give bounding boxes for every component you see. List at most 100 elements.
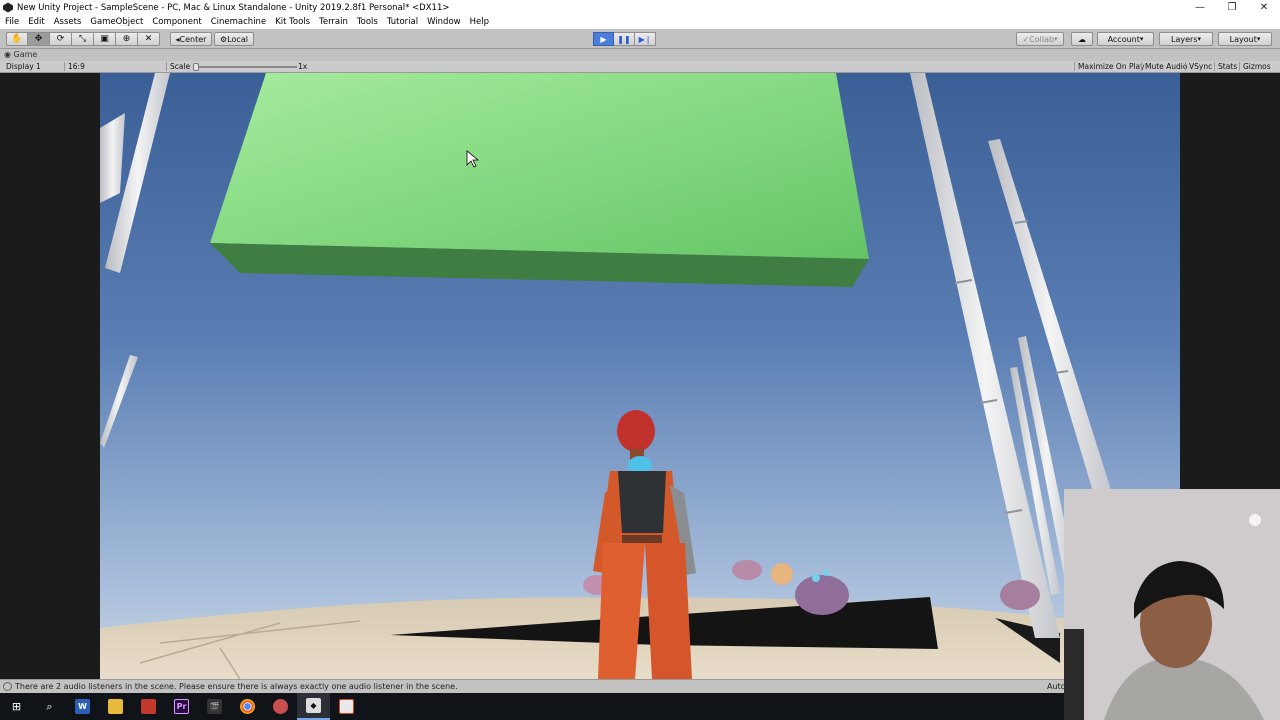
space-label: Local — [227, 34, 248, 44]
green-platform-top — [210, 73, 869, 259]
folder-icon — [108, 699, 123, 714]
taskbar-presentation[interactable] — [330, 693, 363, 720]
collab-label: Collab — [1029, 34, 1055, 44]
unity-logo-icon — [3, 2, 13, 13]
step-button[interactable]: ▶❘ — [635, 32, 656, 46]
scene-render — [100, 73, 1180, 679]
pause-button[interactable]: ❚❚ — [614, 32, 635, 46]
window-controls: — ❐ ✕ — [1184, 0, 1280, 15]
auto-generate-label: Auto — [1047, 682, 1066, 691]
maximize-on-play-toggle[interactable]: Maximize On Play — [1074, 62, 1145, 71]
taskbar-word[interactable]: W — [66, 693, 99, 720]
menu-tutorial[interactable]: Tutorial — [387, 17, 418, 27]
vsync-toggle[interactable]: VSync — [1185, 62, 1212, 71]
creature-spot — [823, 570, 829, 576]
search-button[interactable]: ⌕ — [33, 693, 66, 720]
webcam-overlay — [1064, 489, 1280, 720]
creature — [1000, 580, 1040, 610]
creature — [732, 560, 762, 580]
unity-editor-window: New Unity Project - SampleScene - PC, Ma… — [0, 0, 1280, 720]
menu-help[interactable]: Help — [470, 17, 489, 27]
menu-assets[interactable]: Assets — [54, 17, 82, 27]
taskbar-file-explorer[interactable] — [99, 693, 132, 720]
taskbar-unity[interactable]: ◆ — [297, 693, 330, 720]
menu-component[interactable]: Component — [152, 17, 201, 27]
play-controls: ▶ ❚❚ ▶❘ — [593, 32, 656, 46]
start-button[interactable]: ⊞ — [0, 693, 33, 720]
scale-slider-handle[interactable] — [193, 63, 199, 71]
pillar — [100, 113, 125, 203]
move-tool-icon[interactable]: ✥ — [28, 32, 50, 46]
unity-icon: ◆ — [306, 698, 321, 713]
game-tab-strip: ◉ Game — [0, 50, 1280, 61]
cloud-icon: ☁ — [1078, 34, 1086, 44]
ball — [771, 563, 793, 585]
hand-tool-icon[interactable]: ✋ — [6, 32, 28, 46]
transform-tools: ✋ ✥ ⟳ ⤡ ▣ ⊕ ✕ — [6, 32, 160, 46]
account-dropdown[interactable]: Account — [1097, 32, 1154, 46]
search-icon: ⌕ — [46, 699, 53, 713]
layers-dropdown[interactable]: Layers — [1159, 32, 1213, 46]
restore-button[interactable]: ❐ — [1216, 0, 1248, 15]
local-icon: ⚙ — [220, 34, 228, 44]
menu-gameobject[interactable]: GameObject — [90, 17, 143, 27]
window-title: New Unity Project - SampleScene - PC, Ma… — [17, 2, 450, 13]
windows-logo-icon: ⊞ — [11, 700, 22, 713]
play-button[interactable]: ▶ — [593, 32, 614, 46]
word-icon: W — [75, 699, 90, 714]
console-message[interactable]: There are 2 audio listeners in the scene… — [15, 682, 458, 691]
menu-bar: File Edit Assets GameObject Component Ci… — [0, 15, 1280, 29]
scale-slider[interactable] — [193, 63, 297, 71]
stats-toggle[interactable]: Stats — [1214, 62, 1237, 71]
space-toggle[interactable]: ⚙ Local — [214, 32, 254, 46]
scale-label: Scale — [166, 62, 190, 71]
scale-tool-icon[interactable]: ⤡ — [72, 32, 94, 46]
game-tab-label: Game — [13, 50, 38, 59]
layout-label: Layout — [1229, 34, 1257, 44]
rect-tool-icon[interactable]: ▣ — [94, 32, 116, 46]
menu-window[interactable]: Window — [427, 17, 461, 27]
tab-game[interactable]: ◉ Game — [4, 50, 37, 59]
scale-value: 1x — [298, 62, 308, 71]
clapper-icon: 🎬 — [207, 699, 222, 714]
taskbar-screen-recorder[interactable] — [264, 693, 297, 720]
layers-label: Layers — [1171, 34, 1198, 44]
creature-spot — [812, 574, 820, 582]
custom-tool-icon[interactable]: ✕ — [138, 32, 160, 46]
minimize-button[interactable]: — — [1184, 0, 1216, 15]
pivot-toggle[interactable]: ◂ Center — [170, 32, 212, 46]
game-view-toolbar: Display 1 16:9 Scale 1x Maximize On Play… — [0, 61, 1280, 73]
layout-dropdown[interactable]: Layout — [1218, 32, 1272, 46]
recorder-icon — [273, 699, 288, 714]
menu-file[interactable]: File — [5, 17, 19, 27]
taskbar-photo-app[interactable] — [132, 693, 165, 720]
close-button[interactable]: ✕ — [1248, 0, 1280, 15]
info-icon — [3, 682, 12, 691]
aspect-dropdown[interactable]: 16:9 — [64, 62, 85, 71]
creature — [795, 575, 849, 615]
menu-edit[interactable]: Edit — [28, 17, 44, 27]
rotate-tool-icon[interactable]: ⟳ — [50, 32, 72, 46]
display-dropdown[interactable]: Display 1 — [6, 62, 41, 71]
menu-terrain[interactable]: Terrain — [319, 17, 348, 27]
taskbar-chrome[interactable] — [231, 693, 264, 720]
collab-dropdown[interactable]: ✓ Collab — [1016, 32, 1064, 46]
game-scene[interactable] — [100, 73, 1180, 679]
menu-kit-tools[interactable]: Kit Tools — [275, 17, 310, 27]
presentation-icon — [339, 699, 354, 714]
taskbar-video-editor[interactable]: 🎬 — [198, 693, 231, 720]
chrome-icon — [240, 699, 255, 714]
pivot-label: Center — [179, 34, 207, 44]
menu-tools[interactable]: Tools — [357, 17, 378, 27]
menu-cinemachine[interactable]: Cinemachine — [211, 17, 266, 27]
transform-tool-icon[interactable]: ⊕ — [116, 32, 138, 46]
cloud-button[interactable]: ☁ — [1071, 32, 1093, 46]
taskbar-premiere[interactable]: Pr — [165, 693, 198, 720]
pillar — [910, 73, 1060, 638]
collab-check-icon: ✓ — [1022, 34, 1030, 44]
photo-app-icon — [141, 699, 156, 714]
mute-audio-toggle[interactable]: Mute Audio — [1141, 62, 1187, 71]
title-bar: New Unity Project - SampleScene - PC, Ma… — [0, 0, 1280, 15]
premiere-icon: Pr — [174, 699, 189, 714]
gizmos-dropdown[interactable]: Gizmos — [1239, 62, 1271, 71]
